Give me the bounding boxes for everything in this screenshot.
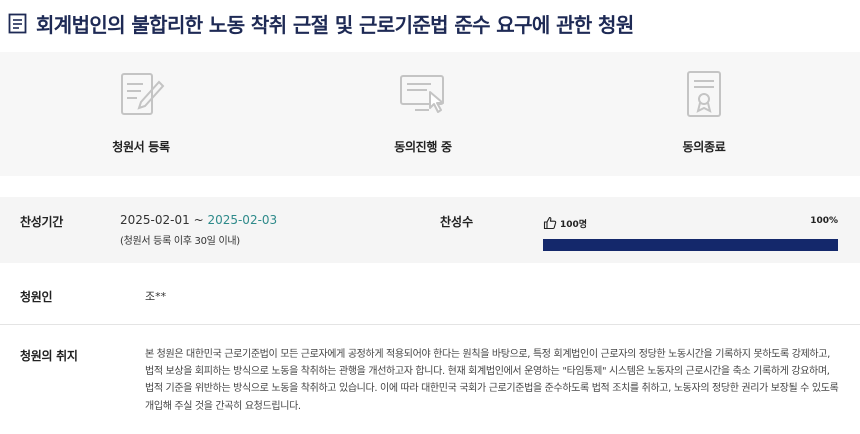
period-separator: ~ <box>189 213 208 227</box>
step-label: 동의종료 <box>682 140 726 154</box>
petitioner-label: 청원인 <box>20 290 53 304</box>
period-end: 2025-02-03 <box>207 213 278 227</box>
certificate-icon <box>687 71 721 117</box>
document-edit-icon <box>121 73 165 115</box>
page-title: 회계법인의 불합리한 노동 착취 근절 및 근로기준법 준수 요구에 관한 청원 <box>36 12 634 37</box>
monitor-click-icon <box>400 75 444 113</box>
support-count-label: 찬성수 <box>440 215 474 229</box>
step-finished: 동의종료 <box>634 68 774 155</box>
period-start: 2025-02-01 <box>120 213 190 227</box>
support-count: 100명 <box>543 216 587 230</box>
step-label: 동의진행 중 <box>394 140 452 154</box>
thumbs-up-icon <box>543 216 557 230</box>
petition-purpose-row: 청원의 취지 본 청원은 대한민국 근로기준법이 모든 근로자에게 공정하게 적… <box>0 326 860 434</box>
support-period-row: 찬성기간 2025-02-01 ~ 2025-02-03 (청원서 등록 이후 … <box>0 197 860 263</box>
support-percent: 100% <box>810 216 838 226</box>
support-progress-fill <box>543 239 838 251</box>
support-progress-bar <box>543 239 838 251</box>
document-list-icon <box>8 12 28 34</box>
step-in-progress: 동의진행 중 <box>353 68 493 155</box>
petition-steps: 청원서 등록 동의진행 중 동의종료 <box>0 52 860 176</box>
petitioner-name: 조** <box>145 290 167 303</box>
petitioner-row: 청원인 조** <box>0 263 860 325</box>
support-count-value: 100명 <box>560 219 588 230</box>
petition-purpose-text: 본 청원은 대한민국 근로기준법이 모든 근로자에게 공정하게 적용되어야 한다… <box>145 349 839 412</box>
period-note: (청원서 등록 이후 30일 이내) <box>120 236 240 247</box>
support-period-label: 찬성기간 <box>20 215 63 229</box>
step-label: 청원서 등록 <box>112 140 170 154</box>
step-registration: 청원서 등록 <box>71 68 211 155</box>
support-period-dates: 2025-02-01 ~ 2025-02-03 <box>120 213 277 227</box>
page-header: 회계법인의 불합리한 노동 착취 근절 및 근로기준법 준수 요구에 관한 청원 <box>8 6 634 40</box>
petition-purpose-label: 청원의 취지 <box>20 349 78 363</box>
